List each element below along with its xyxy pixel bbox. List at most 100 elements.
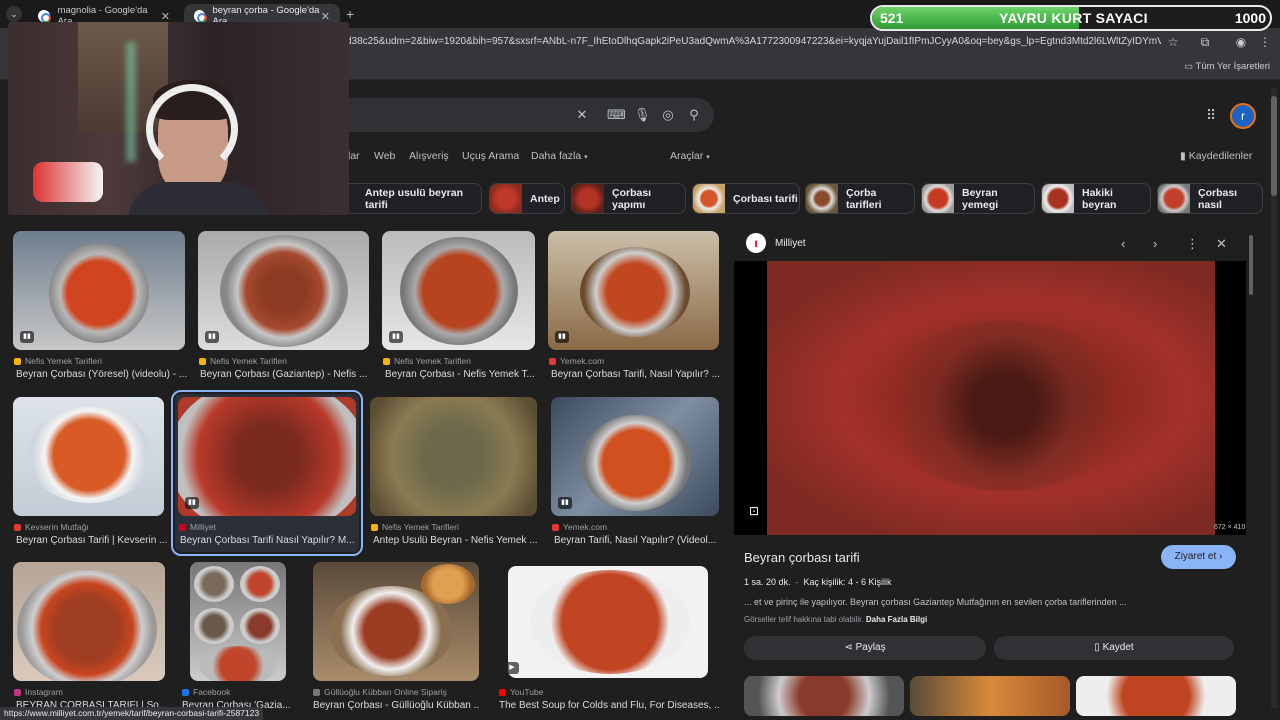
visit-button[interactable]: Ziyaret et › — [1161, 545, 1236, 569]
next-icon[interactable]: › — [1153, 236, 1157, 251]
microphone-icon[interactable]: 🎙 — [634, 107, 651, 123]
result-title[interactable]: The Best Soup for Colds and Flu, For Dis… — [499, 700, 719, 711]
tab-shopping[interactable]: Alışveriş — [409, 150, 449, 162]
close-icon[interactable]: ✕ — [1216, 236, 1227, 252]
result-title[interactable]: Beyran Çorbası - Güllüoğlu Kübban ... — [313, 700, 479, 711]
related-image[interactable] — [1076, 676, 1236, 716]
url-field[interactable]: d38c25&udm=2&biw=1920&bih=957&sxsrf=ANbL… — [346, 33, 1161, 51]
avatar[interactable]: r — [1230, 103, 1256, 129]
result-image[interactable] — [370, 397, 537, 516]
chip-beyran-yemegi[interactable]: Beyran yemegi — [921, 183, 1035, 214]
result-card[interactable]: ▶ YouTube The Best Soup for Colds and Fl… — [499, 562, 719, 712]
result-image[interactable]: ▮▮ — [548, 231, 719, 350]
saved-label: Kaydedilenler — [1188, 150, 1253, 162]
saved-button[interactable]: ▮ Kaydedilenler — [1180, 150, 1252, 162]
tab-flights[interactable]: Uçuş Arama — [462, 150, 519, 162]
extensions-icon[interactable]: ⧉ — [1198, 35, 1212, 49]
profile-icon[interactable]: ◉ — [1234, 35, 1248, 49]
chip-hakiki-beyran[interactable]: Hakiki beyran — [1041, 183, 1151, 214]
result-title[interactable]: Beyran Çorbası (Gaziantep) - Nefis ... — [200, 369, 371, 380]
tab-web[interactable]: Web — [374, 150, 395, 162]
search-icon[interactable]: ⚲ — [686, 107, 702, 123]
result-image[interactable]: ▶ — [508, 566, 708, 678]
lens-icon[interactable]: ◎ — [660, 107, 676, 123]
save-button[interactable]: ▯ Kaydet — [994, 636, 1234, 660]
chip-corbasi-nasil[interactable]: Çorbası nasıl — [1157, 183, 1263, 214]
share-button[interactable]: ⋖ Paylaş — [744, 636, 986, 660]
result-card-selected[interactable]: ▮▮ Milliyet Beyran Çorbası Tarifi Nasıl … — [171, 390, 363, 556]
tab-search-icon[interactable]: ⌄ — [6, 6, 22, 22]
result-title[interactable]: Beyran Çorbası Tarifi | Kevserin ... — [16, 535, 167, 546]
chip-thumb — [490, 184, 522, 213]
counter-current: 521 — [880, 10, 904, 26]
preview-image[interactable] — [734, 261, 1246, 535]
keyboard-icon[interactable]: ⌨ — [607, 107, 626, 123]
more-label: Daha fazla — [531, 150, 582, 162]
chip-corba-tarifleri[interactable]: Çorba tarifleri — [805, 183, 915, 214]
more-info-link[interactable]: Daha Fazla Bilgi — [866, 615, 927, 624]
previous-icon[interactable]: ‹ — [1121, 236, 1125, 251]
result-card[interactable]: ▮▮ Nefis Yemek Tarifleri Beyran Çorbası … — [13, 231, 188, 383]
result-title[interactable]: Beyran Çorbası Tarifi Nasıl Yapılır? M..… — [180, 535, 356, 546]
result-image[interactable]: ▮▮ — [551, 397, 719, 516]
site-favicon — [14, 689, 21, 696]
result-image[interactable]: ▮▮ — [382, 231, 535, 350]
result-source: Kevserin Mutfağı — [14, 522, 89, 532]
copyright-text: Görseller telif hakkına tabi olabilir. — [744, 615, 864, 624]
result-image[interactable]: ▮▮ — [178, 397, 356, 516]
result-card[interactable]: Güllüoğlu Kübban Online Sipariş Beyran Ç… — [313, 562, 479, 712]
result-card[interactable]: Facebook Beyran Çorbası 'Gazia... — [182, 562, 291, 712]
star-icon[interactable]: ☆ — [1166, 35, 1180, 49]
result-title[interactable]: Beyran Tarifi, Nasıl Yapılır? (Videol... — [554, 535, 722, 546]
close-tab-icon[interactable]: ✕ — [321, 10, 330, 23]
menu-icon[interactable]: ⋮ — [1258, 35, 1272, 49]
result-card[interactable]: Kevserin Mutfağı Beyran Çorbası Tarifi |… — [13, 397, 167, 549]
related-image[interactable] — [910, 676, 1070, 716]
result-card[interactable]: ▮▮ Nefis Yemek Tarifleri Beyran Çorbası … — [198, 231, 369, 383]
result-title[interactable]: Beyran Çorbası Tarifi, Nasıl Yapılır? ..… — [551, 369, 722, 380]
result-card[interactable]: ▮▮ Yemek.com Beyran Tarifi, Nasıl Yapılı… — [551, 397, 719, 549]
page-scrollbar[interactable] — [1271, 88, 1277, 708]
tab-more[interactable]: Daha fazla ▾ — [531, 150, 588, 162]
result-card[interactable]: ▮▮ Nefis Yemek Tarifleri Beyran Çorbası … — [382, 231, 535, 383]
panel-source[interactable]: Milliyet — [775, 238, 806, 249]
clear-icon[interactable]: ✕ — [574, 107, 590, 123]
chip-label: Çorbası nasıl — [1198, 186, 1238, 211]
all-bookmarks-label: Tüm Yer İşaretleri — [1195, 61, 1270, 72]
result-image[interactable] — [13, 562, 165, 681]
close-tab-icon[interactable]: ✕ — [161, 10, 170, 23]
site-favicon — [182, 689, 189, 696]
result-source: Yemek.com — [552, 522, 607, 532]
chip-label: Çorbası yapımı — [612, 186, 652, 211]
result-image[interactable] — [13, 397, 164, 516]
result-card[interactable]: Nefis Yemek Tarifleri Antep Usulü Beyran… — [370, 397, 540, 549]
result-card[interactable]: ▮▮ Yemek.com Beyran Çorbası Tarifi, Nası… — [548, 231, 722, 383]
all-bookmarks[interactable]: ▭ Tüm Yer İşaretleri — [1184, 61, 1270, 72]
chip-antep[interactable]: Antep — [489, 183, 565, 214]
related-image[interactable] — [744, 676, 904, 716]
folder-icon: ▭ — [1184, 61, 1196, 72]
chip-label: Çorba tarifleri — [846, 186, 882, 211]
result-image[interactable] — [190, 562, 286, 681]
result-image[interactable]: ▮▮ — [13, 231, 185, 350]
panel-scrollbar[interactable] — [1249, 235, 1253, 705]
lens-search-icon[interactable]: ⊡ — [749, 504, 765, 520]
chip-corbasi-tarifi[interactable]: Çorbası tarifi — [692, 183, 800, 214]
more-options-icon[interactable]: ⋮ — [1186, 236, 1199, 252]
save-label: Kaydet — [1102, 642, 1134, 653]
result-image[interactable] — [313, 562, 479, 681]
apps-icon[interactable]: ⠿ — [1206, 107, 1216, 124]
search-input[interactable] — [300, 98, 714, 132]
result-card[interactable]: Instagram BEYRAN ÇORBASI TARİFİ | So... — [13, 562, 167, 712]
tab-images[interactable]: lar — [348, 150, 360, 162]
result-image[interactable]: ▮▮ — [198, 231, 369, 350]
new-tab-icon[interactable]: + — [346, 6, 354, 22]
site-favicon — [499, 689, 506, 696]
panel-title[interactable]: Beyran çorbası tarifi — [744, 550, 860, 565]
tools-button[interactable]: Araçlar ▾ — [670, 150, 710, 162]
chip-corbasi-yapimi[interactable]: Çorbası yapımı — [571, 183, 686, 214]
result-title[interactable]: Beyran Çorbası (Yöresel) (videolu) - ... — [16, 369, 188, 380]
result-title[interactable]: Beyran Çorbası - Nefis Yemek T... — [385, 369, 538, 380]
chip-antep-usulu[interactable]: Antep usulü beyran tarifi — [336, 183, 482, 214]
result-title[interactable]: Antep Usulü Beyran - Nefis Yemek ... — [373, 535, 540, 546]
